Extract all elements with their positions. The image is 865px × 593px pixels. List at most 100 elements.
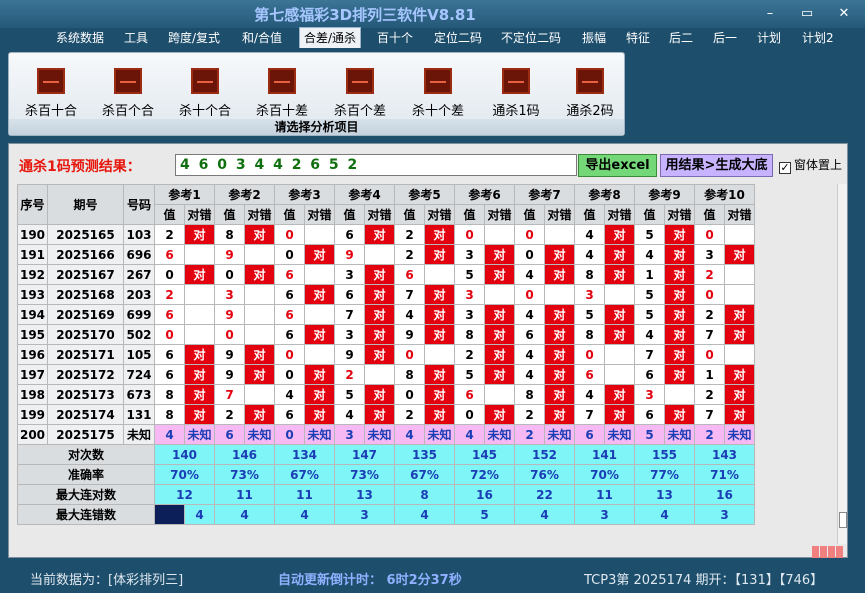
table-row[interactable]: 195 2025170 502 0 0 6 对 3 对 9 对 8 对 6 对 8 对 4 对 7 对 <box>17 324 755 345</box>
row-seq: 197 <box>17 364 48 385</box>
maximize-icon[interactable]: ▭ <box>797 5 817 23</box>
cell-hit: 对 <box>484 244 515 265</box>
cell-hit: 对 <box>484 304 515 325</box>
cell-hit: 对 <box>544 344 575 365</box>
menu-item-10[interactable]: 后二 <box>669 29 693 47</box>
column-header-ref: 参考6 <box>454 184 515 205</box>
column-header-period: 期号 <box>47 184 124 225</box>
checkbox-check-icon[interactable]: ✓ <box>779 162 791 174</box>
cell-value: 3 <box>334 324 365 345</box>
cell-value: 8 <box>394 364 425 385</box>
stats-label: 对次数 <box>17 444 155 465</box>
cell-value: 6 <box>334 284 365 305</box>
ribbon-button-0[interactable]: 杀百十合 <box>16 65 86 119</box>
scrollbar-thumb[interactable] <box>839 512 847 528</box>
generate-base-button[interactable]: 用结果>生成大底 <box>660 154 773 177</box>
table-row[interactable]: 198 2025173 673 8 对 7 4 对 5 对 0 对 6 8 对 4 对 3 2 对 <box>17 384 755 405</box>
cell-value: 3 <box>574 284 605 305</box>
close-icon[interactable]: ✕ <box>834 5 854 23</box>
menu-item-2[interactable]: 跨度/复式 <box>168 29 220 47</box>
stats-value: 16 <box>694 484 755 505</box>
stats-value: 134 <box>274 444 335 465</box>
menu-item-8[interactable]: 振幅 <box>582 29 606 47</box>
cell-hit: 对 <box>604 244 635 265</box>
ribbon-button-3[interactable]: 杀百十差 <box>247 65 317 119</box>
minimize-icon[interactable]: – <box>760 5 780 23</box>
ribbon-button-2[interactable]: 杀十个合 <box>170 65 240 119</box>
row-period: 2025171 <box>47 344 124 365</box>
menu-item-3[interactable]: 和/合值 <box>242 29 282 47</box>
vertical-scrollbar[interactable] <box>837 184 847 544</box>
chart-icon <box>37 68 65 94</box>
cell-miss <box>184 324 215 345</box>
menu-item-12[interactable]: 计划 <box>757 29 781 47</box>
cell-miss <box>724 264 755 285</box>
cell-value: 7 <box>694 324 725 345</box>
ribbon-button-5[interactable]: 杀十个差 <box>403 65 473 119</box>
cell-hit: 对 <box>604 324 635 345</box>
cell-value: 6 <box>514 324 545 345</box>
cell-value: 6 <box>274 264 305 285</box>
cell-value: 6 <box>394 264 425 285</box>
menu-item-9[interactable]: 特征 <box>626 29 650 47</box>
cell-value: 5 <box>634 424 665 445</box>
table-row[interactable]: 199 2025174 131 8 对 2 对 6 对 4 对 2 对 0 对 2 对 7 对 6 对 7 对 <box>17 404 755 425</box>
cell-value: 6 <box>634 364 665 385</box>
row-number: 105 <box>123 344 155 365</box>
cell-value: 0 <box>514 244 545 265</box>
row-seq: 192 <box>17 264 48 285</box>
stats-value: 135 <box>394 444 455 465</box>
cell-hit: 对 <box>424 304 455 325</box>
cell-hit: 对 <box>664 224 695 245</box>
cell-value: 2 <box>394 244 425 265</box>
cell-hit: 对 <box>664 364 695 385</box>
cell-value: 3 <box>454 284 485 305</box>
prediction-field[interactable]: 4 6 0 3 4 4 2 6 5 2 <box>175 154 577 176</box>
cell-hit: 对 <box>424 324 455 345</box>
table-row[interactable]: 200 2025175 未知 4 未知 6 未知 0 未知 3 未知 4 未知 4 未知 2 未知 6 未知 5 未知 2… <box>17 424 755 445</box>
table-row[interactable]: 190 2025165 103 2 对 8 对 0 6 对 2 对 0 0 4 对 5 对 0 <box>17 224 755 245</box>
menu-item-13[interactable]: 计划2 <box>802 29 834 47</box>
table-row[interactable]: 192 2025167 267 0 对 0 对 6 3 对 6 5 对 4 对 8 对 1 对 2 <box>17 264 755 285</box>
cell-hit: 对 <box>424 364 455 385</box>
table-row[interactable]: 196 2025171 105 6 对 9 对 0 9 对 0 2 对 4 对 0 7 对 0 <box>17 344 755 365</box>
menu-item-7[interactable]: 不定位二码 <box>501 29 561 47</box>
menu-item-1[interactable]: 工具 <box>124 29 148 47</box>
ribbon-button-label: 通杀2码 <box>566 104 614 119</box>
ribbon-button-4[interactable]: 杀百个差 <box>325 65 395 119</box>
table-row[interactable]: 197 2025172 724 6 对 9 对 0 对 2 8 对 5 对 4 对 6 6 对 1 对 <box>17 364 755 385</box>
column-header-ref: 参考1 <box>154 184 215 205</box>
menu-item-0[interactable]: 系统数据 <box>56 29 104 47</box>
cell-hit: 对 <box>184 344 215 365</box>
ribbon-button-label: 杀十个差 <box>411 104 464 119</box>
table-row[interactable]: 194 2025169 699 6 9 6 7 对 4 对 3 对 4 对 5 对 5 对 2 对 <box>17 304 755 325</box>
cell-hit: 对 <box>484 404 515 425</box>
row-period: 2025174 <box>47 404 124 425</box>
table-row[interactable]: 191 2025166 696 6 9 0 对 9 2 对 3 对 0 对 4 对 4 对 3 对 <box>17 244 755 265</box>
menu-item-4[interactable]: 合差/通杀 <box>299 27 362 48</box>
table-row[interactable]: 193 2025168 203 2 3 6 对 6 对 7 对 3 0 3 5 对 0 <box>17 284 755 305</box>
cell-hit: 对 <box>244 364 275 385</box>
cell-value: 6 <box>214 424 245 445</box>
cell-hit: 对 <box>244 344 275 365</box>
ribbon-button-6[interactable]: 通杀1码 <box>481 65 551 119</box>
cell-miss <box>484 284 515 305</box>
column-header-ref: 参考10 <box>694 184 755 205</box>
always-on-top-checkbox[interactable]: ✓ 窗体置上 <box>779 156 842 174</box>
cell-value: 6 <box>574 364 605 385</box>
ribbon-button-1[interactable]: 杀百个合 <box>93 65 163 119</box>
cell-value: 0 <box>394 384 425 405</box>
cell-value: 2 <box>154 224 185 245</box>
menu-item-6[interactable]: 定位二码 <box>434 29 482 47</box>
ribbon-button-7[interactable]: 通杀2码 <box>555 65 625 119</box>
cell-value: 6 <box>154 244 185 265</box>
menu-item-5[interactable]: 百十个 <box>377 29 413 47</box>
cell-hit: 对 <box>664 324 695 345</box>
cell-value: 6 <box>154 344 185 365</box>
export-excel-button[interactable]: 导出excel <box>578 154 657 177</box>
cell-value: 5 <box>634 224 665 245</box>
menu-item-11[interactable]: 后一 <box>713 29 737 47</box>
cell-value: 6 <box>634 404 665 425</box>
row-period: 2025169 <box>47 304 124 325</box>
row-seq: 199 <box>17 404 48 425</box>
